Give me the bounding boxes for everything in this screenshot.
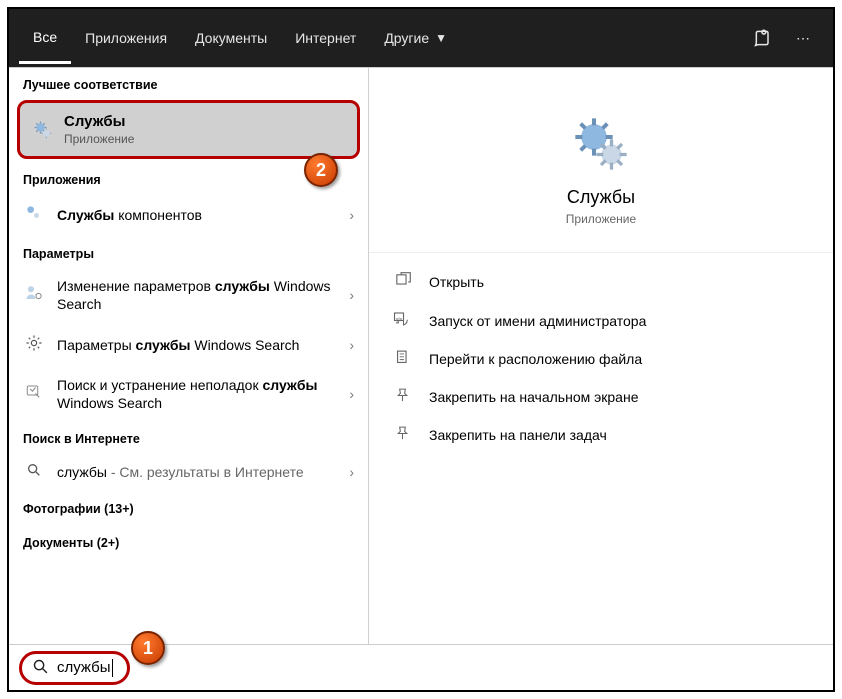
tab-internet[interactable]: Интернет <box>281 14 370 62</box>
action-open-location[interactable]: Перейти к расположению файла <box>369 340 833 378</box>
services-icon <box>23 203 45 227</box>
chevron-right-icon: › <box>349 336 354 354</box>
action-pin-start[interactable]: Закрепить на начальном экране <box>369 378 833 416</box>
action-label: Закрепить на начальном экране <box>429 389 639 405</box>
annotation-marker-1: 1 <box>131 631 165 665</box>
result-pre: Изменение параметров <box>57 278 215 294</box>
tab-bar: Все Приложения Документы Интернет Другие… <box>9 9 833 67</box>
detail-actions: Открыть Запуск от имени администратора П… <box>369 252 833 464</box>
result-pre: Поиск и устранение неполадок <box>57 377 262 393</box>
section-web: Поиск в Интернете <box>9 422 368 452</box>
annotation-marker-2: 2 <box>304 153 338 187</box>
chevron-right-icon: › <box>349 286 354 304</box>
result-web-search[interactable]: службы - См. результаты в Интернете › <box>9 452 368 492</box>
result-label: службы - См. результаты в Интернете <box>57 463 349 481</box>
pin-taskbar-icon <box>391 425 413 445</box>
best-match-title: Службы <box>64 113 134 130</box>
chevron-down-icon: ▼ <box>435 31 447 45</box>
result-bold: службы <box>136 337 191 353</box>
web-query: службы <box>57 464 107 480</box>
services-icon <box>32 119 54 141</box>
result-label: Параметры службы Windows Search <box>57 336 349 354</box>
result-pre: Параметры <box>57 337 136 353</box>
result-settings-wsearch-params[interactable]: Параметры службы Windows Search › <box>9 324 368 366</box>
troubleshoot-icon <box>23 383 45 405</box>
result-label-bold: Службы <box>57 207 114 223</box>
best-match-result[interactable]: Службы Приложение <box>17 100 360 159</box>
detail-pane: Службы Приложение Открыть Запуск от имен… <box>369 68 833 644</box>
action-label: Закрепить на панели задач <box>429 427 607 443</box>
results-list: Лучшее соответствие Службы Приложение 2 … <box>9 68 369 644</box>
result-bold: службы <box>262 377 317 393</box>
result-post: Windows Search <box>191 337 300 353</box>
feedback-icon[interactable] <box>743 18 783 58</box>
search-bar: службы 1 <box>9 644 833 690</box>
tab-more[interactable]: Другие ▼ <box>370 14 461 62</box>
search-icon <box>32 658 49 678</box>
result-label: Поиск и устранение неполадок службы Wind… <box>57 376 349 412</box>
services-icon-large <box>573 116 629 175</box>
tab-documents[interactable]: Документы <box>181 14 281 62</box>
section-best-match: Лучшее соответствие <box>9 68 368 98</box>
section-settings: Параметры <box>9 237 368 267</box>
action-open[interactable]: Открыть <box>369 263 833 301</box>
tab-more-label: Другие <box>384 30 429 46</box>
search-value: службы <box>57 659 111 676</box>
search-icon <box>23 462 45 482</box>
user-settings-icon <box>23 284 45 306</box>
action-label: Запуск от имени администратора <box>429 313 646 329</box>
folder-icon <box>391 349 413 369</box>
chevron-right-icon: › <box>349 206 354 224</box>
gear-icon <box>23 334 45 356</box>
action-label: Перейти к расположению файла <box>429 351 642 367</box>
web-suffix: - См. результаты в Интернете <box>107 464 304 480</box>
result-settings-wsearch-troubleshoot[interactable]: Поиск и устранение неполадок службы Wind… <box>9 366 368 422</box>
more-options-icon[interactable]: ⋯ <box>783 18 823 58</box>
open-icon <box>391 272 413 292</box>
tab-all[interactable]: Все <box>19 13 71 64</box>
section-photos[interactable]: Фотографии (13+) <box>9 492 368 526</box>
result-component-services[interactable]: Службы компонентов › <box>9 193 368 237</box>
result-bold: службы <box>215 278 270 294</box>
pin-start-icon <box>391 387 413 407</box>
text-caret <box>112 659 113 677</box>
section-documents[interactable]: Документы (2+) <box>9 526 368 560</box>
admin-icon <box>391 310 413 331</box>
result-label-rest: компонентов <box>114 207 202 223</box>
detail-title: Службы <box>567 187 635 208</box>
result-settings-wsearch-params-change[interactable]: Изменение параметров службы Windows Sear… <box>9 267 368 323</box>
result-label: Службы компонентов <box>57 206 349 224</box>
tab-apps[interactable]: Приложения <box>71 14 181 62</box>
result-label: Изменение параметров службы Windows Sear… <box>57 277 349 313</box>
search-input[interactable]: службы <box>19 651 130 685</box>
best-match-subtitle: Приложение <box>64 132 134 146</box>
action-pin-taskbar[interactable]: Закрепить на панели задач <box>369 416 833 454</box>
chevron-right-icon: › <box>349 385 354 403</box>
result-post: Windows Search <box>57 395 162 411</box>
action-label: Открыть <box>429 274 484 290</box>
action-run-admin[interactable]: Запуск от имени администратора <box>369 301 833 340</box>
chevron-right-icon: › <box>349 463 354 481</box>
detail-subtitle: Приложение <box>566 212 636 226</box>
